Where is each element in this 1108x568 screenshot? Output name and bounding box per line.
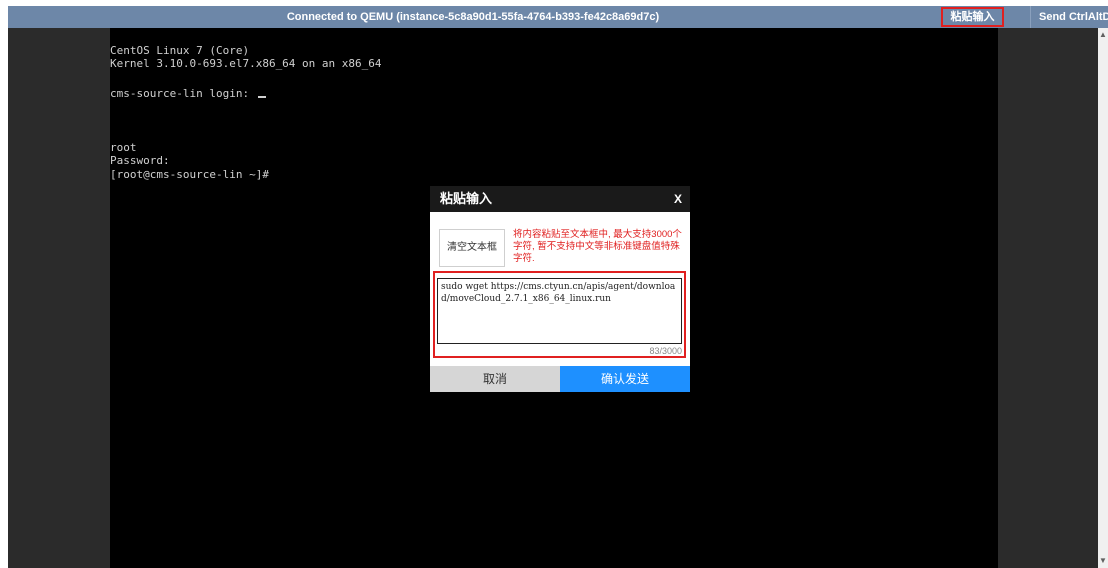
dialog-header: 粘贴输入 X: [430, 186, 690, 212]
left-panel: [8, 28, 110, 568]
connection-status: Connected to QEMU (instance-5c8a90d1-55f…: [286, 11, 660, 23]
terminal-line: CentOS Linux 7 (Core): [110, 44, 250, 57]
char-counter: 83/3000: [649, 346, 682, 356]
right-panel: [998, 28, 1098, 568]
arrow-down-icon[interactable]: ▼: [1098, 556, 1108, 566]
terminal-line: cms-source-lin login:: [110, 87, 266, 100]
cancel-button[interactable]: 取消: [430, 366, 560, 392]
terminal-line: root: [110, 141, 137, 154]
login-prompt: cms-source-lin login:: [110, 87, 256, 100]
close-icon[interactable]: X: [674, 186, 682, 212]
paste-input-button[interactable]: 粘贴输入: [941, 7, 1004, 27]
arrow-up-icon[interactable]: ▲: [1098, 30, 1108, 40]
dialog-title: 粘贴输入: [440, 191, 493, 206]
paste-textarea[interactable]: sudo wget https://cms.ctyun.cn/apis/agen…: [437, 278, 682, 344]
paste-input-dialog: 粘贴输入 X 清空文本框 将内容粘贴至文本框中, 最大支持3000个字符, 暂不…: [430, 186, 690, 392]
send-ctrl-alt-del-button[interactable]: Send CtrlAltDel: [1030, 6, 1108, 28]
terminal-line: [root@cms-source-lin ~]#: [110, 168, 269, 181]
text-cursor: [257, 96, 266, 98]
confirm-send-button[interactable]: 确认发送: [560, 366, 690, 392]
terminal-line: Password:: [110, 154, 170, 167]
terminal-line: Kernel 3.10.0-693.el7.x86_64 on an x86_6…: [110, 57, 382, 70]
scrollbar[interactable]: ▲ ▼: [1098, 28, 1108, 568]
clear-text-button[interactable]: 清空文本框: [439, 229, 505, 267]
vnc-toolbar: Connected to QEMU (instance-5c8a90d1-55f…: [8, 6, 1108, 28]
paste-hint: 将内容粘贴至文本框中, 最大支持3000个字符, 暂不支持中文等非标准键盘值特殊…: [513, 229, 682, 264]
left-margin: [0, 0, 8, 568]
